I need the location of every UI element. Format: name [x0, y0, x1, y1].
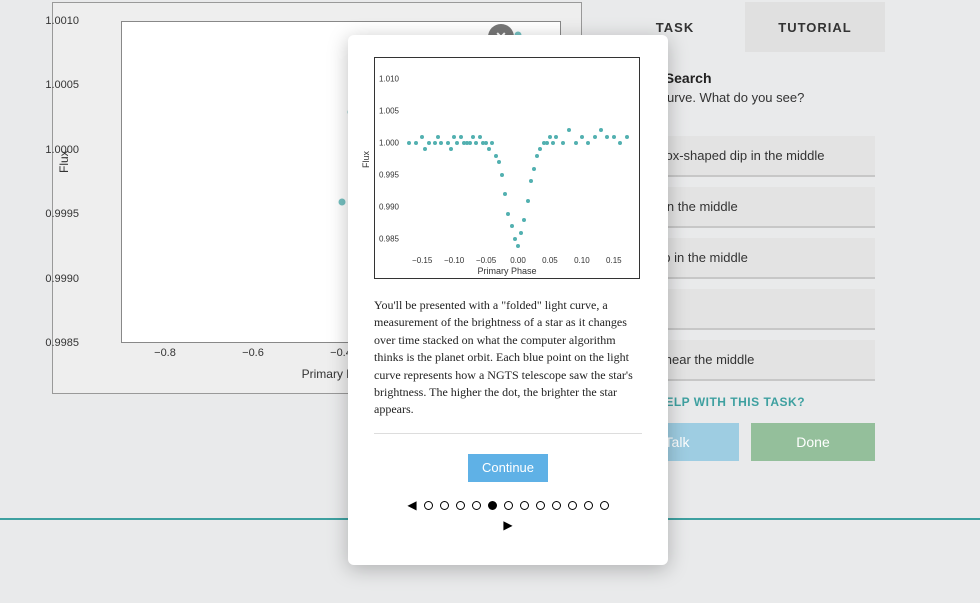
pager-dot-8[interactable] — [536, 501, 545, 510]
pager-dot-7[interactable] — [520, 501, 529, 510]
pager-dot-11[interactable] — [584, 501, 593, 510]
tab-tutorial[interactable]: TUTORIAL — [745, 2, 885, 52]
tutorial-modal: Flux 1.0101.0051.0000.9950.9900.985 −0.1… — [348, 35, 668, 565]
continue-button[interactable]: Continue — [468, 454, 548, 482]
tutorial-chart: Flux 1.0101.0051.0000.9950.9900.985 −0.1… — [374, 57, 640, 279]
pager-dot-5[interactable] — [488, 501, 497, 510]
pager-dot-10[interactable] — [568, 501, 577, 510]
modal-y-axis-label: Flux — [361, 151, 371, 168]
pager-dot-3[interactable] — [456, 501, 465, 510]
pager-dot-6[interactable] — [504, 501, 513, 510]
pager-dot-2[interactable] — [440, 501, 449, 510]
pager-dot-4[interactable] — [472, 501, 481, 510]
pager-dot-12[interactable] — [600, 501, 609, 510]
pager-dot-9[interactable] — [552, 501, 561, 510]
tutorial-pager: ◀ ▶ — [374, 496, 642, 533]
pager-next-icon[interactable]: ▶ — [374, 518, 642, 533]
tutorial-text: You'll be presented with a "folded" ligh… — [374, 297, 642, 434]
pager-dot-1[interactable] — [424, 501, 433, 510]
pager-prev-icon[interactable]: ◀ — [407, 498, 416, 513]
modal-plot-area — [403, 66, 633, 252]
modal-x-axis-label: Primary Phase — [375, 266, 639, 276]
done-button[interactable]: Done — [751, 423, 875, 461]
